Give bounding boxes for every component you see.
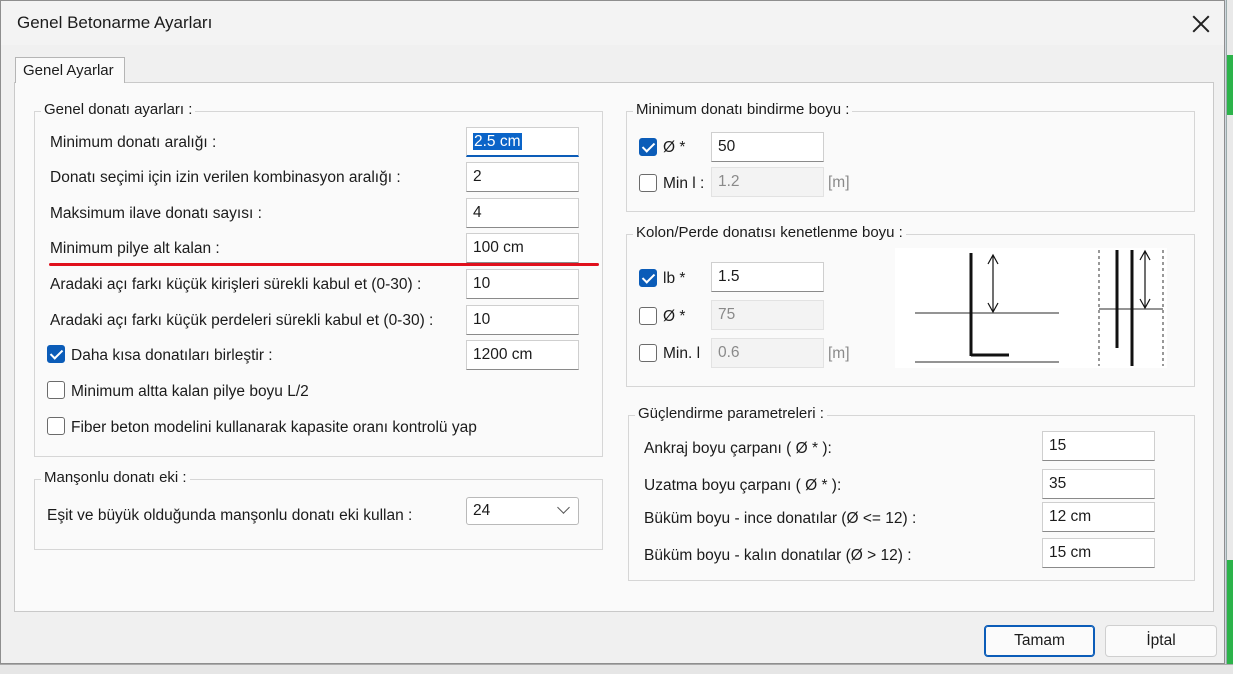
bukum-kalin-label: Büküm boyu - kalın donatılar (Ø > 12) : bbox=[644, 547, 912, 564]
min-altta-kalan-label: Minimum altta kalan pilye boyu L/2 bbox=[71, 383, 309, 400]
uzatma-input[interactable]: 35 bbox=[1042, 469, 1155, 499]
group-title: Güçlendirme parametreleri : bbox=[635, 405, 827, 422]
kenetlenme-minl-input[interactable]: 0.6 bbox=[711, 338, 824, 368]
kiris-aci-farki-input[interactable]: 10 bbox=[466, 269, 579, 299]
bindirme-phi-label: Ø * bbox=[663, 139, 686, 156]
ankraj-label: Ankraj boyu çarpanı ( Ø * ): bbox=[644, 440, 832, 457]
uzatma-label: Uzatma boyu çarpanı ( Ø * ): bbox=[644, 477, 842, 494]
kenetlenme-minl-checkbox[interactable] bbox=[639, 344, 657, 362]
max-ilave-donati-input[interactable]: 4 bbox=[466, 198, 579, 228]
bukum-kalin-input[interactable]: 15 cm bbox=[1042, 538, 1155, 568]
bukum-ince-label: Büküm boyu - ince donatılar (Ø <= 12) : bbox=[644, 510, 917, 527]
group-title: Genel donatı ayarları : bbox=[41, 101, 196, 118]
ankraj-input[interactable]: 15 bbox=[1042, 431, 1155, 461]
min-pilye-alt-kalan-label: Minimum pilye alt kalan : bbox=[50, 240, 220, 257]
kenetlenme-lb-checkbox[interactable] bbox=[639, 269, 657, 287]
background-app-strip bbox=[1226, 0, 1233, 673]
bindirme-phi-input[interactable]: 50 bbox=[711, 132, 824, 162]
daha-kisa-birlestir-label: Daha kısa donatıları birleştir : bbox=[71, 347, 273, 364]
min-donati-araligi-label: Minimum donatı aralığı : bbox=[50, 134, 217, 151]
kombinasyon-araligi-input[interactable]: 2 bbox=[466, 162, 579, 192]
tab-genel-ayarlar[interactable]: Genel Ayarlar bbox=[15, 57, 125, 83]
mansonlu-label: Eşit ve büyük olduğunda manşonlu donatı … bbox=[47, 507, 413, 524]
mansonlu-select[interactable]: 24 bbox=[466, 497, 579, 525]
chevron-down-icon bbox=[557, 501, 570, 514]
ok-button[interactable]: Tamam bbox=[984, 625, 1095, 657]
fiber-beton-checkbox[interactable] bbox=[47, 417, 65, 435]
kenetlenme-lb-input[interactable]: 1.5 bbox=[711, 262, 824, 292]
title-bar: Genel Betonarme Ayarları bbox=[1, 1, 1224, 45]
highlight-underline bbox=[49, 263, 599, 266]
min-donati-araligi-input[interactable]: 2.5 cm bbox=[466, 127, 579, 157]
window-title: Genel Betonarme Ayarları bbox=[17, 13, 213, 32]
bindirme-unit: [m] bbox=[828, 174, 850, 191]
kenetlenme-minl-label: Min. l bbox=[663, 345, 701, 362]
bindirme-phi-checkbox[interactable] bbox=[639, 138, 657, 156]
kiris-aci-farki-label: Aradaki açı farkı küçük kirişleri sürekl… bbox=[50, 276, 422, 293]
group-title: Kolon/Perde donatısı kenetlenme boyu : bbox=[633, 224, 906, 241]
kenetlenme-unit: [m] bbox=[828, 345, 850, 362]
kombinasyon-araligi-label: Donatı seçimi için izin verilen kombinas… bbox=[50, 169, 401, 186]
perde-aci-farki-label: Aradaki açı farkı küçük perdeleri sürekl… bbox=[50, 312, 434, 329]
kenetlenme-phi-label: Ø * bbox=[663, 308, 686, 325]
mansonlu-selected-value: 24 bbox=[473, 502, 491, 519]
daha-kisa-birlestir-input[interactable]: 1200 cm bbox=[466, 340, 579, 370]
min-pilye-alt-kalan-input[interactable]: 100 cm bbox=[466, 233, 579, 263]
bindirme-minl-input[interactable]: 1.2 bbox=[711, 167, 824, 197]
kenetlenme-phi-checkbox[interactable] bbox=[639, 307, 657, 325]
group-title: Manşonlu donatı eki : bbox=[41, 469, 190, 486]
kenetlenme-phi-input[interactable]: 75 bbox=[711, 300, 824, 330]
kenetlenme-lb-label: lb * bbox=[663, 270, 686, 287]
fiber-beton-label: Fiber beton modelini kullanarak kapasite… bbox=[71, 419, 477, 436]
min-altta-kalan-checkbox[interactable] bbox=[47, 381, 65, 399]
anchorage-diagram bbox=[895, 248, 1167, 368]
cancel-button[interactable]: İptal bbox=[1105, 625, 1217, 657]
settings-dialog: Genel Betonarme Ayarları Genel Ayarlar G… bbox=[0, 0, 1225, 664]
close-icon[interactable] bbox=[1187, 10, 1215, 38]
bindirme-minl-checkbox[interactable] bbox=[639, 174, 657, 192]
group-title: Minimum donatı bindirme boyu : bbox=[633, 101, 853, 118]
bindirme-minl-label: Min l : bbox=[663, 175, 705, 192]
daha-kisa-birlestir-checkbox[interactable] bbox=[47, 345, 65, 363]
perde-aci-farki-input[interactable]: 10 bbox=[466, 305, 579, 335]
bukum-ince-input[interactable]: 12 cm bbox=[1042, 502, 1155, 532]
max-ilave-donati-label: Maksimum ilave donatı sayısı : bbox=[50, 205, 262, 222]
